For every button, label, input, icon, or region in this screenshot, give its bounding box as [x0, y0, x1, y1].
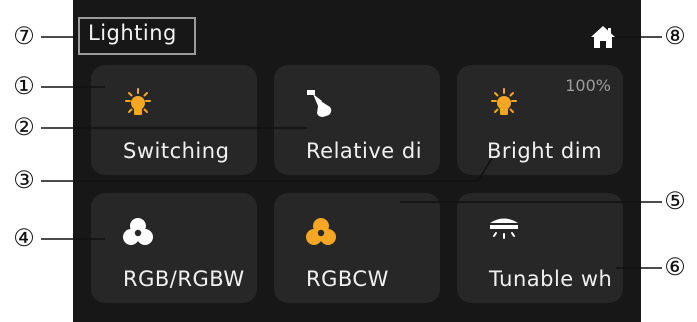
callout-3: ③ — [13, 166, 35, 194]
callout-6: ⑥ — [664, 253, 686, 281]
callout-7: ⑦ — [13, 22, 35, 50]
callout-1: ① — [13, 72, 35, 100]
callout-4: ④ — [13, 224, 35, 252]
callout-2: ② — [13, 113, 35, 141]
callout-5: ⑤ — [664, 187, 686, 215]
callout-8: ⑧ — [664, 22, 686, 50]
callout-leader-lines — [41, 36, 662, 269]
